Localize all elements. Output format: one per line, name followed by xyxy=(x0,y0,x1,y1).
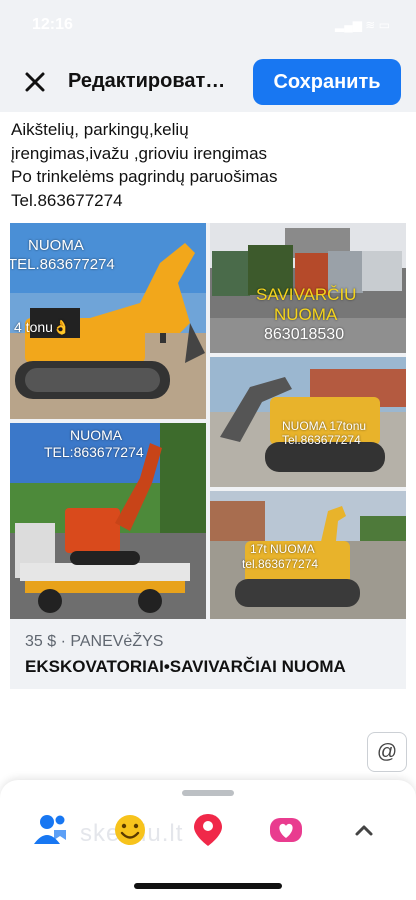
photo-2-caption: SAVIVARČIU xyxy=(256,285,357,304)
photo-1-caption: TEL.863677274 xyxy=(10,256,115,273)
feeling-emoji-icon xyxy=(115,815,145,845)
status-time: 12:16 xyxy=(32,16,73,33)
header-title: Редактироват… xyxy=(68,70,226,92)
post-line: įrengimas,ivažu ,grioviu irengimas xyxy=(11,143,268,163)
listing-photo-excavator-17t-yard[interactable]: 17t NUOMA tel.863677274 xyxy=(210,491,406,619)
gif-button[interactable] xyxy=(266,810,306,850)
listing-title: EKSKOVATORIAI•SAVIVARČIAI NUOMA xyxy=(25,657,346,676)
check-in-button[interactable] xyxy=(188,810,228,850)
listing-price-location: 35 $ · PANEVėŽYS xyxy=(25,633,164,650)
post-line: Tel.863677274 xyxy=(11,190,123,210)
composer-bottom-sheet: skelbiu.lt xyxy=(0,780,416,900)
save-button[interactable]: Сохранить xyxy=(253,59,401,105)
photo-5-caption: 17t NUOMA xyxy=(250,542,315,556)
photo-4-caption: TEL:863677274 xyxy=(44,444,144,460)
status-bar: 12:16 ▂▄▆ ≋ ▭ xyxy=(0,0,416,52)
tag-people-icon xyxy=(34,815,66,844)
location-pin-icon xyxy=(194,814,222,846)
close-button[interactable] xyxy=(20,67,50,97)
home-indicator xyxy=(134,883,282,889)
expand-chevron-icon xyxy=(355,825,373,836)
photo-2-caption: NUOMA xyxy=(274,305,338,324)
post-line: Aikštelių, parkingų,kelių xyxy=(11,120,189,139)
post-line: Po trinkelėms pagrindų paruošimas xyxy=(11,167,278,186)
shared-listing-card[interactable]: NUOMA TEL.863677274 4 tonu👌 SAVIVARČIU N… xyxy=(10,223,406,689)
photo-4-caption: NUOMA xyxy=(70,427,123,443)
expand-toolbar-button[interactable] xyxy=(344,810,384,850)
photo-3-caption: NUOMA 17tonu xyxy=(282,419,367,433)
post-text-body[interactable]: Aikštelių, parkingų,kelių įrengimas,ivaž… xyxy=(11,118,411,212)
status-icons: ▂▄▆ ≋ ▭ xyxy=(334,18,390,32)
listing-photo-trucks[interactable]: SAVIVARČIU NUOMA 863018530 xyxy=(210,223,406,353)
editor-header: Редактироват… Сохранить xyxy=(0,52,416,112)
photo-3-caption: Tel.863677274 xyxy=(282,433,361,447)
close-icon xyxy=(25,72,45,92)
photo-1-caption: 4 tonu👌 xyxy=(14,319,71,335)
mention-button[interactable]: @ xyxy=(367,732,407,772)
listing-photo-excavator[interactable]: NUOMA TEL.863677274 4 tonu👌 xyxy=(10,223,206,419)
photo-5-caption: tel.863677274 xyxy=(242,557,319,571)
tag-people-button[interactable] xyxy=(32,810,72,850)
listing-photo-excavator-17t[interactable]: NUOMA 17tonu Tel.863677274 xyxy=(210,357,406,487)
sheet-drag-handle[interactable] xyxy=(182,790,234,796)
photo-1-caption: NUOMA xyxy=(28,237,84,254)
listing-photo-tow-truck[interactable]: NUOMA TEL:863677274 xyxy=(10,423,206,619)
gif-badge-icon xyxy=(270,818,302,842)
photo-2-caption: 863018530 xyxy=(264,326,345,343)
feeling-activity-button[interactable] xyxy=(110,810,150,850)
